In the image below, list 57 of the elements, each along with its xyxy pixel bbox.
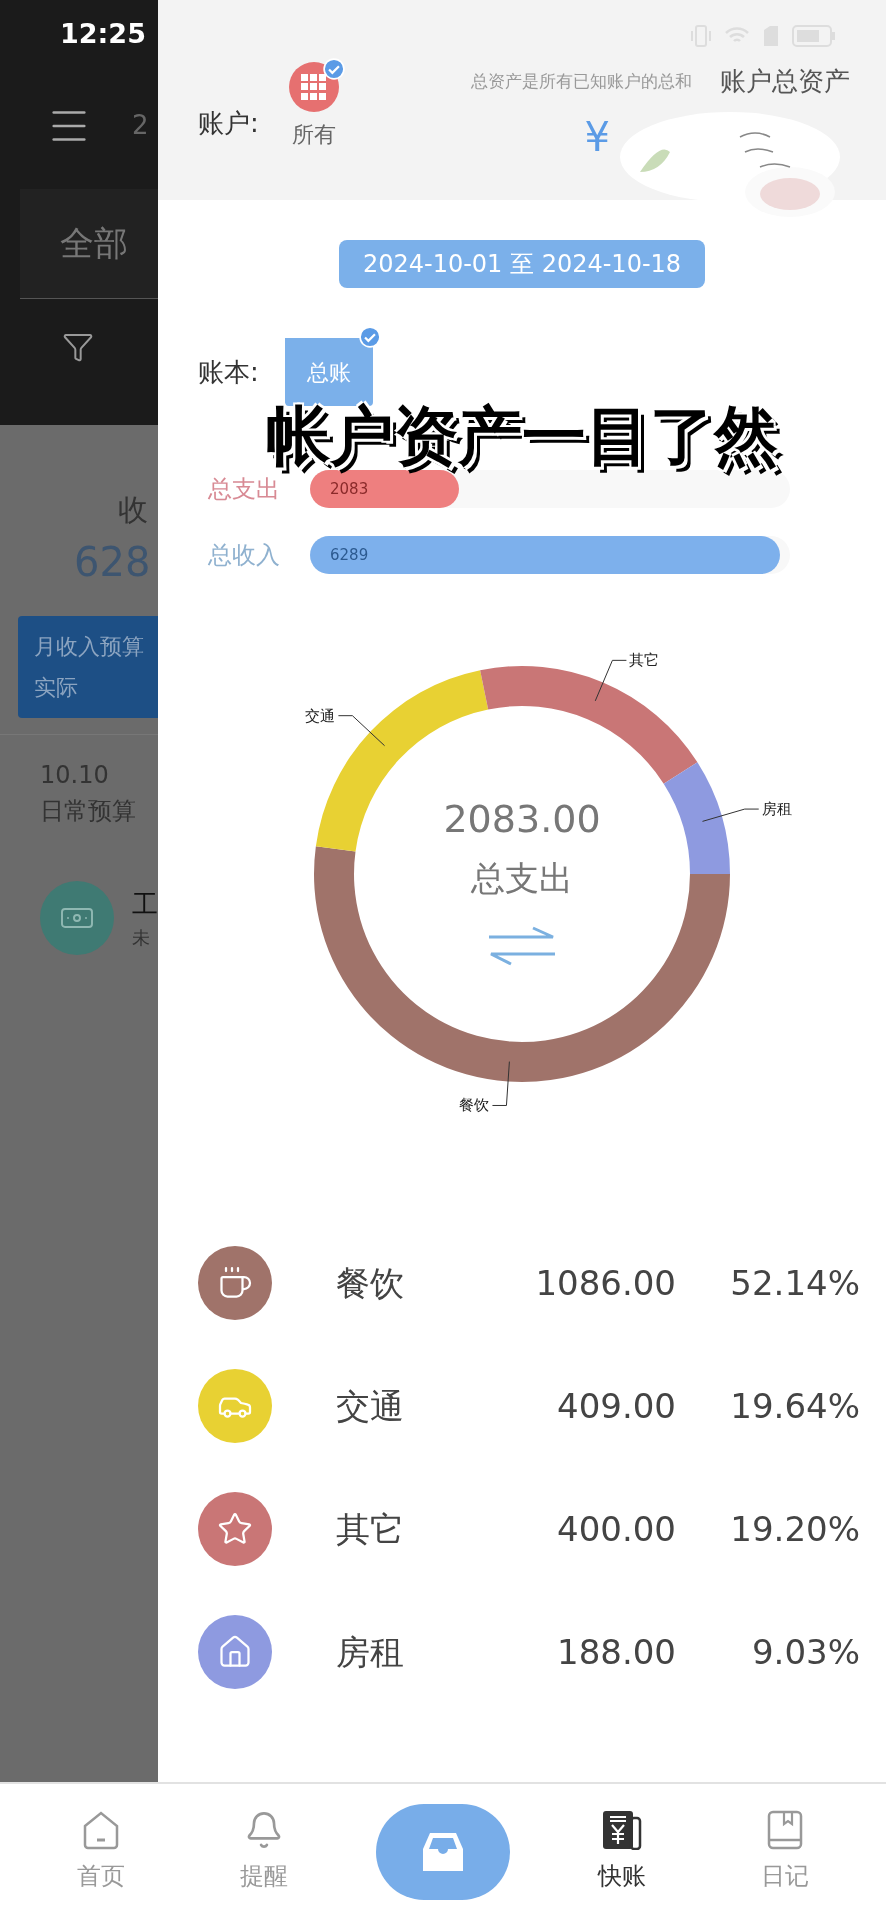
leader-line [594,659,627,702]
entry-title: 日常预算 [40,796,137,827]
assets-hint: 总资产是所有已知账户的总和 [471,69,692,93]
category-amount: 400.00 [556,1507,676,1551]
category-amount: 1086.00 [534,1261,676,1305]
entry-date: 10.10 [40,760,110,791]
nav-tab[interactable]: 快账 [572,1810,673,1894]
budget-title: 月收入预算 [34,633,145,661]
total-value: 2083 [330,478,369,500]
check-badge-icon [322,58,345,80]
category-name: 其它 [336,1507,405,1551]
currency-sign: ¥ [584,113,610,162]
center-value: 2083.00 [443,797,601,841]
home-icon [82,1810,121,1850]
book-label: 账本: [198,355,259,389]
income-label: 收 [117,491,149,529]
slice-label: 餐饮 [459,1096,490,1115]
category-amount: 188.00 [556,1630,676,1674]
leader-line [491,1061,510,1106]
account-name: 所有 [291,121,336,149]
center-label: 总支出 [471,858,573,898]
date-range-pill[interactable]: 2024-10-01 至 2024-10-18 [338,240,706,288]
nav-tab[interactable]: 首页 [51,1810,152,1894]
account-label: 账户: [198,107,259,140]
house-icon [217,1634,253,1670]
total-value: 6289 [330,544,369,566]
book-icon [766,1810,803,1850]
nav-tab[interactable]: 提醒 [213,1810,314,1894]
total-label: 总支出 [208,474,280,505]
header-text: 2 [132,109,149,142]
nav-tab[interactable]: 日记 [734,1810,835,1894]
account-icon[interactable] [288,62,339,112]
swap-icon [489,926,555,966]
leader-line [337,715,386,747]
category-percent: 9.03% [751,1630,860,1674]
check-badge-icon [358,326,381,348]
status-time: 12:25 [59,17,147,51]
star-icon [217,1511,253,1547]
total-label: 总收入 [208,540,280,571]
category-percent: 52.14% [729,1261,860,1305]
receipt-icon [601,1810,644,1850]
actual-label: 实际 [34,674,79,702]
caption-overlay: 帐户资产一目了然 [266,404,778,468]
leader-line [702,808,760,822]
category-percent: 19.20% [729,1507,860,1551]
category-percent: 19.64% [729,1384,860,1428]
category-amount: 409.00 [556,1384,676,1428]
slice-label: 交通 [305,706,336,725]
cup-icon [217,1265,253,1301]
total-assets-title: 账户总资产 [720,65,850,98]
entry-item-title: 工 [132,888,158,921]
entry-item-note: 未 [132,926,151,950]
slice-label: 其它 [629,651,660,670]
category-name: 交通 [336,1384,405,1428]
category-name: 房租 [336,1630,405,1674]
category-name: 餐饮 [336,1261,405,1305]
slice-label: 房租 [761,800,792,819]
